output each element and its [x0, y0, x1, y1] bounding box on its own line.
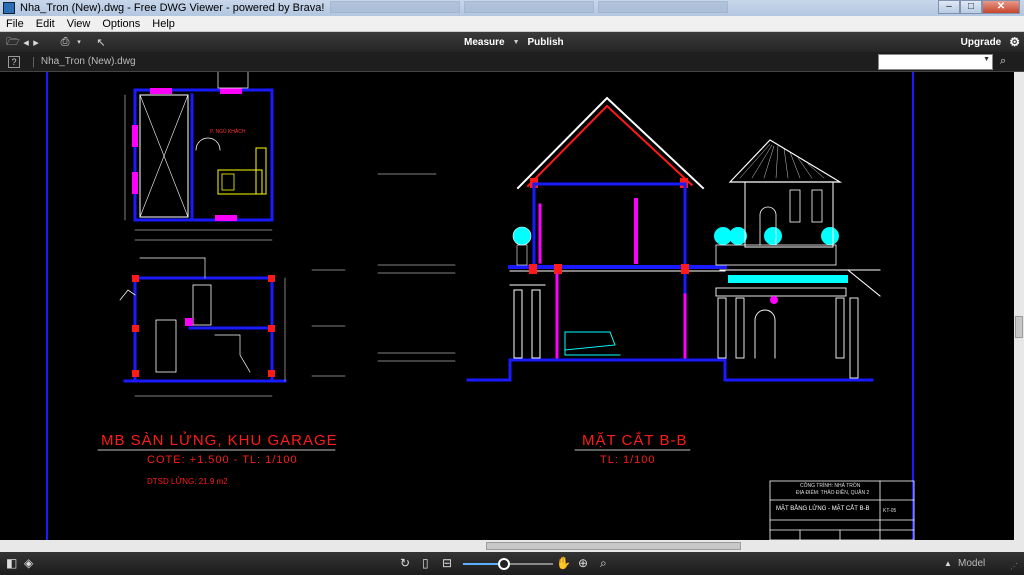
drawing-canvas[interactable]: P. NGỦ KHÁCH MB SÀN LỬNG, KHU GARAGE COT…	[0, 72, 1014, 540]
stamp-drawing-name: MẶT BẰNG LỬNG - MẶT CẮT B-B	[776, 506, 870, 512]
page-icon[interactable]: ▯	[422, 556, 429, 570]
document-bar: ? | Nha_Tron (New).dwg ▼ ⌕	[0, 52, 1024, 72]
search-input[interactable]: ▼	[878, 54, 993, 70]
tab-separator: |	[32, 55, 35, 68]
room-label: P. NGỦ KHÁCH	[210, 129, 246, 135]
menu-help[interactable]: Help	[146, 18, 181, 30]
stamp-location: ĐỊA ĐIỂM: THẢO ĐIỀN, QUẬN 2	[796, 490, 870, 496]
menu-file[interactable]: File	[0, 18, 30, 30]
section-b-b	[466, 96, 881, 382]
zoom-slider[interactable]	[463, 558, 553, 570]
upper-floor-plan	[124, 72, 274, 241]
cad-drawing	[46, 72, 915, 540]
model-caret-icon[interactable]: ▲	[944, 559, 952, 568]
stamp-sheet: KT-05	[883, 508, 897, 514]
window-title: Nha_Tron (New).dwg - Free DWG Viewer - p…	[20, 2, 325, 14]
menu-view[interactable]: View	[61, 18, 97, 30]
close-button[interactable]: ✕	[982, 0, 1020, 14]
app-icon	[3, 2, 15, 14]
rotate-icon[interactable]: ↻	[400, 556, 410, 570]
open-folder-icon[interactable]: 🗁	[6, 33, 20, 52]
section-subtitle: TL: 1/100	[600, 454, 656, 466]
help-icon[interactable]: ?	[8, 55, 20, 68]
search-icon[interactable]: ⌕	[1000, 55, 1006, 68]
minimize-button[interactable]: –	[938, 0, 960, 14]
resize-grip-icon: ⋰	[1010, 562, 1018, 571]
zoom-slider-knob[interactable]	[498, 558, 510, 570]
print-icon[interactable]: ⎙	[58, 36, 72, 49]
forward-icon[interactable]: ▸	[32, 36, 40, 49]
left-plan-subtitle: COTE: +1.500 - TL: 1/100	[147, 454, 298, 466]
menu-options[interactable]: Options	[96, 18, 146, 30]
toolbar: 🗁 ◂ ▸ ⎙ ▾ ↖ Measure ▼ Publish Upgrade ⚙	[0, 32, 1024, 52]
garage-floor-plan	[119, 257, 287, 397]
back-icon[interactable]: ◂	[22, 36, 30, 49]
maximize-button[interactable]: □	[960, 0, 982, 14]
upgrade-button[interactable]: Upgrade	[961, 37, 1002, 48]
level-markers	[311, 173, 456, 377]
search-dropdown-icon[interactable]: ▼	[983, 56, 990, 63]
left-plan-area-note: DTSD LỬNG: 21.9 m2	[147, 477, 228, 486]
vertical-scrollbar[interactable]	[1014, 72, 1024, 552]
background-taskbar-ghosts	[330, 1, 728, 13]
toolbar-right: Upgrade ⚙	[961, 32, 1020, 52]
menu-edit[interactable]: Edit	[30, 18, 61, 30]
stamp-project: CÔNG TRÌNH: NHÀ TRÒN	[800, 483, 861, 489]
zoom-window-icon[interactable]: ⊕	[578, 556, 588, 570]
horizontal-scrollbar[interactable]	[0, 540, 1014, 552]
gear-icon[interactable]: ⚙	[1009, 35, 1020, 49]
horizontal-scroll-thumb[interactable]	[486, 542, 741, 550]
print-dropdown-icon[interactable]: ▾	[72, 38, 86, 46]
model-space-label[interactable]: Model	[958, 558, 985, 569]
toolbar-center: Measure ▼ Publish	[464, 32, 564, 52]
vertical-scroll-thumb[interactable]	[1015, 316, 1023, 338]
layers-icon[interactable]: ◈	[24, 556, 33, 570]
magnifier-icon[interactable]: ⌕	[600, 556, 607, 571]
dwg-viewer-window: Nha_Tron (New).dwg - Free DWG Viewer - p…	[0, 0, 1024, 575]
bottom-toolbar: ◧ ◈ ↻ ▯ ⊟ ✋ ⊕ ⌕ ▲ Model ⋰	[0, 552, 1024, 575]
section-title: MẶT CẮT B-B	[582, 432, 688, 449]
select-pointer-icon[interactable]: ↖	[94, 36, 108, 49]
menu-bar: File Edit View Options Help	[0, 16, 1024, 32]
publish-menu[interactable]: Publish	[528, 37, 564, 48]
window-controls: – □ ✕	[938, 0, 1020, 14]
document-tab[interactable]: Nha_Tron (New).dwg	[41, 56, 136, 67]
nav-panel-icon[interactable]: ◧	[6, 556, 17, 570]
measure-menu[interactable]: Measure	[464, 37, 505, 48]
pan-hand-icon[interactable]: ✋	[556, 556, 571, 570]
fit-width-icon[interactable]: ⊟	[442, 556, 452, 570]
measure-caret-icon[interactable]: ▼	[513, 39, 520, 46]
left-plan-title: MB SÀN LỬNG, KHU GARAGE	[101, 432, 338, 449]
title-bar[interactable]: Nha_Tron (New).dwg - Free DWG Viewer - p…	[0, 0, 1024, 16]
